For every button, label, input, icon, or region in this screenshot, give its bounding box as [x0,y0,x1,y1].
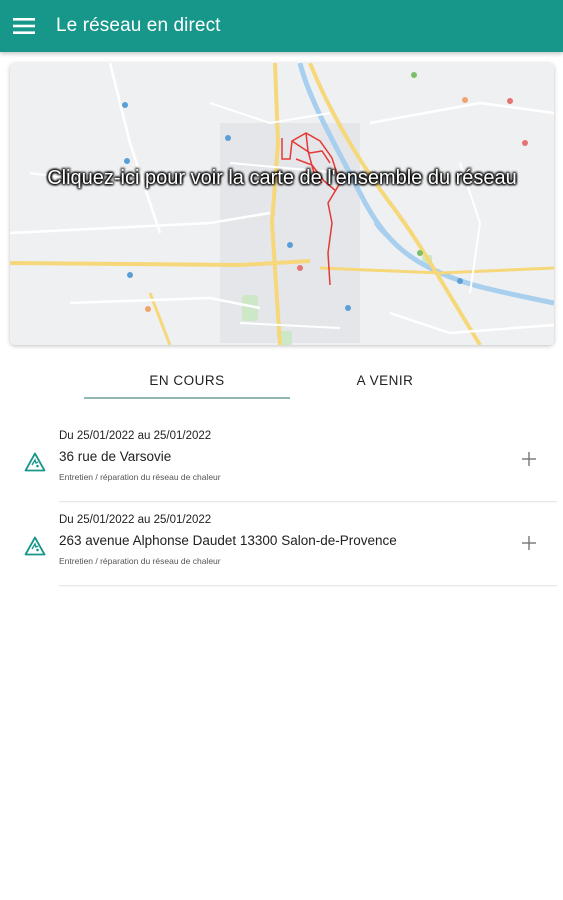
network-map-card[interactable]: Cliquez-ici pour voir la carte de l'ense… [10,63,554,345]
work-address: 36 rue de Varsovie [59,449,172,464]
tab-indicator [84,397,290,399]
works-tabs: EN COURS A VENIR [0,360,563,400]
map-cta-text: Cliquez-ici pour voir la carte de l'ense… [47,167,517,189]
list-item[interactable]: Du 25/01/2022 au 25/01/2022 36 rue de Va… [0,418,563,502]
work-address: 263 avenue Alphonse Daudet 13300 Salon-d… [59,533,397,548]
expand-button[interactable] [520,450,538,468]
app-bar: Le réseau en direct [0,0,563,52]
work-dates: Du 25/01/2022 au 25/01/2022 [59,430,212,442]
menu-button[interactable] [0,0,48,52]
plus-icon [522,452,536,466]
work-dates: Du 25/01/2022 au 25/01/2022 [59,514,212,526]
tab-en-cours[interactable]: EN COURS [84,360,290,400]
works-list: Du 25/01/2022 au 25/01/2022 36 rue de Va… [0,418,563,586]
expand-button[interactable] [520,534,538,552]
list-item[interactable]: Du 25/01/2022 au 25/01/2022 263 avenue A… [0,502,563,586]
plus-icon [522,536,536,550]
divider [59,585,557,586]
map-image [10,63,554,345]
work-type: Entretien / réparation du réseau de chal… [59,556,221,566]
page-title: Le réseau en direct [56,15,221,36]
tab-a-venir[interactable]: A VENIR [290,360,480,400]
warning-icon [24,536,46,556]
warning-icon [24,452,46,472]
hamburger-menu-icon [13,18,35,34]
work-type: Entretien / réparation du réseau de chal… [59,472,221,482]
